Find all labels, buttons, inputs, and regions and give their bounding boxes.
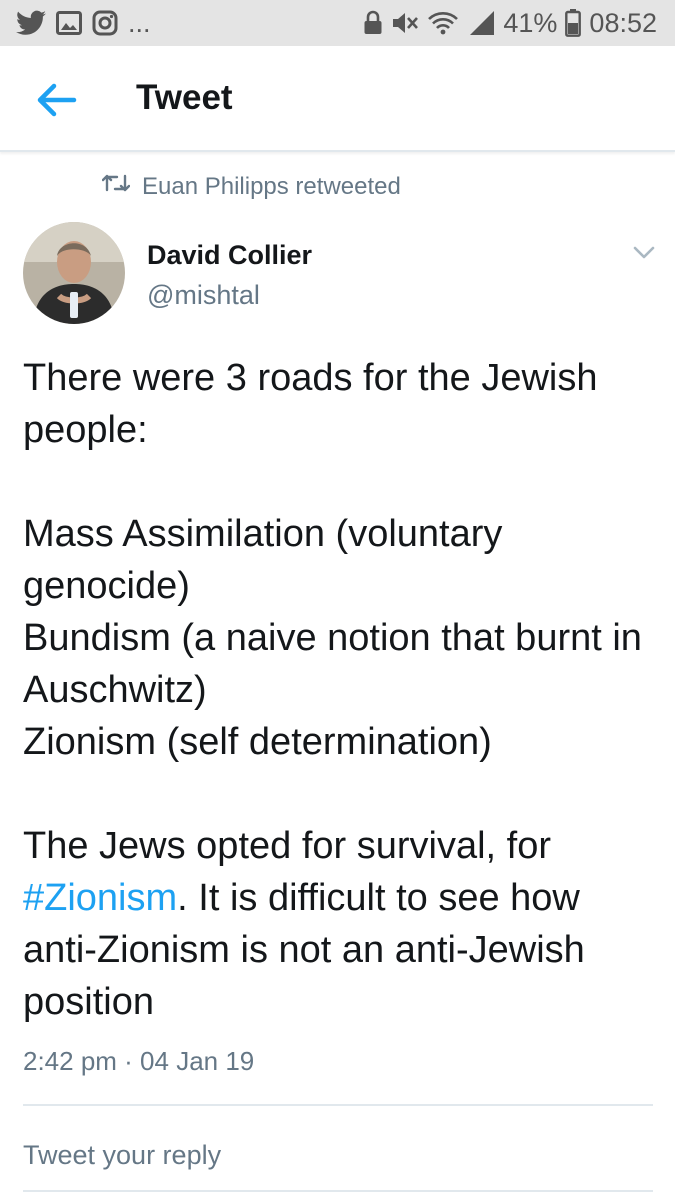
battery-percent: 41%	[503, 7, 558, 38]
back-arrow-icon	[30, 83, 82, 124]
back-button[interactable]	[30, 80, 82, 120]
mute-icon	[391, 10, 419, 36]
tweet-timestamp[interactable]: 2:42 pm · 04 Jan 19	[23, 1046, 254, 1077]
app-header: Tweet	[0, 46, 675, 152]
author-handle[interactable]: @mishtal	[147, 280, 260, 311]
tweet-line-conclusion: The Jews opted for survival, for #Zionis…	[23, 820, 658, 1028]
retweeted-by-label: Euan Philipps retweeted	[142, 172, 401, 200]
tweet-options-button[interactable]	[628, 240, 660, 264]
author-name[interactable]: David Collier	[147, 240, 312, 271]
tweet-line-assimilation: Mass Assimilation (voluntary genocide)	[23, 513, 503, 607]
divider	[23, 1190, 653, 1192]
gallery-icon	[56, 11, 82, 35]
signal-icon	[467, 10, 495, 36]
tweet-line-zionism: Zionism (self determination)	[23, 721, 492, 763]
retweet-icon	[101, 172, 131, 201]
twitter-icon	[16, 10, 46, 36]
reply-input[interactable]: Tweet your reply	[23, 1140, 221, 1171]
battery-icon	[565, 9, 582, 37]
hashtag-link[interactable]: #Zionism	[23, 877, 177, 919]
lock-icon	[363, 10, 383, 36]
status-bar-left: ...	[16, 8, 151, 39]
status-bar: ... 41% 08:52	[0, 0, 675, 46]
page-title: Tweet	[136, 78, 233, 117]
status-bar-right: 41% 08:52	[363, 8, 657, 39]
wifi-icon	[427, 10, 459, 36]
tweet-line-bundism: Bundism (a naive notion that burnt in Au…	[23, 617, 642, 711]
instagram-icon	[92, 10, 118, 36]
retweet-context[interactable]: Euan Philipps retweeted	[101, 172, 401, 201]
divider	[23, 1104, 653, 1106]
more-notifications-text: ...	[128, 7, 151, 38]
chevron-down-icon	[628, 246, 660, 268]
tweet-line-intro: There were 3 roads for the Jewish people…	[23, 357, 598, 451]
clock-time: 08:52	[589, 7, 657, 38]
tweet-conclusion-prefix: The Jews opted for survival, for	[23, 825, 551, 867]
tweet-text: There were 3 roads for the Jewish people…	[23, 352, 658, 1028]
avatar[interactable]	[23, 222, 125, 324]
